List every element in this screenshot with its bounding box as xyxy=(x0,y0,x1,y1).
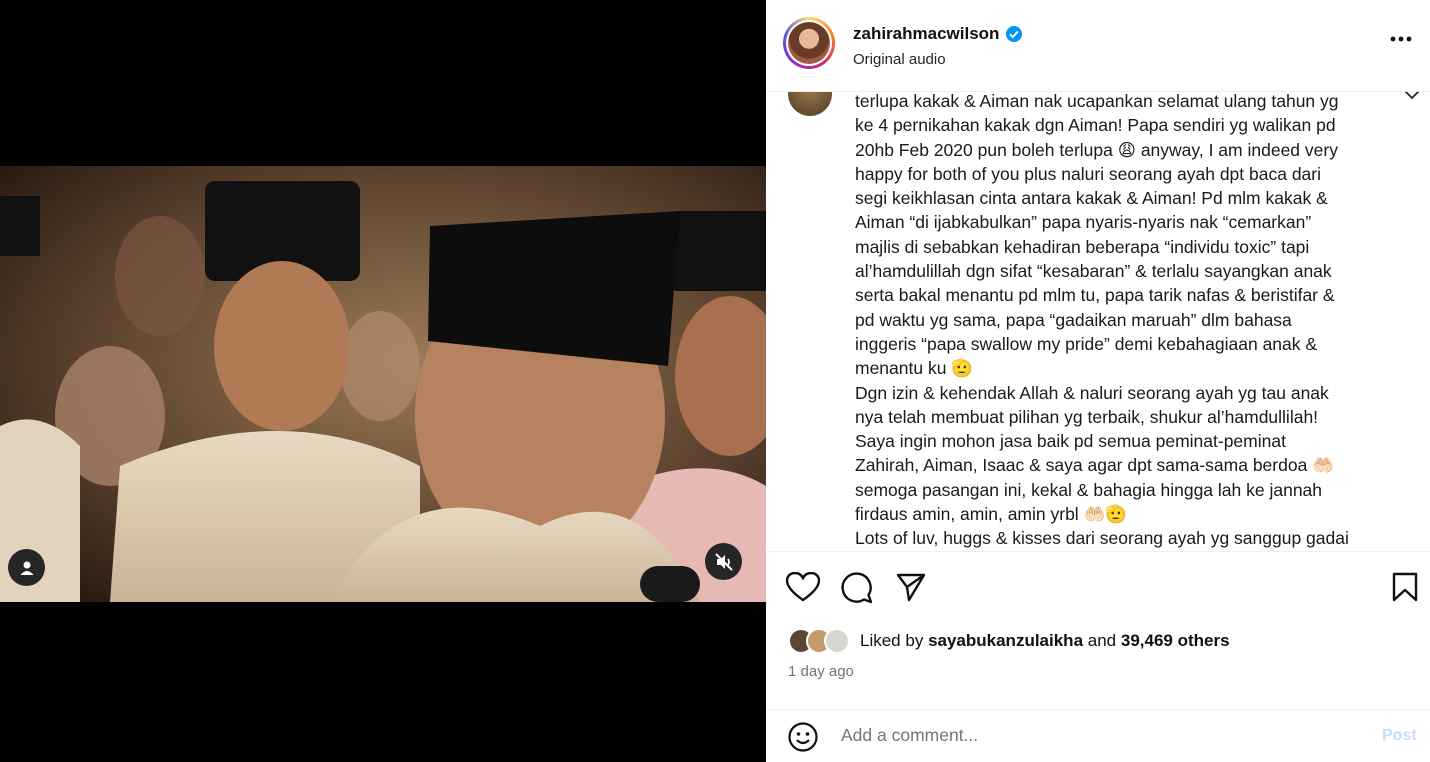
post-timestamp[interactable]: 1 day ago xyxy=(788,663,854,680)
mute-button[interactable] xyxy=(705,543,742,580)
add-comment-bar: Post xyxy=(766,709,1430,762)
action-bar xyxy=(766,562,1430,614)
mute-icon xyxy=(714,552,733,571)
post-viewer: zahirahmacwilson Original audio terlupa … xyxy=(0,0,1430,762)
comment-input[interactable] xyxy=(841,725,1321,746)
comments-area[interactable]: terlupa kakak & Aiman nak ucapankan sela… xyxy=(766,92,1430,552)
verified-icon xyxy=(1006,26,1023,42)
author-username-row: zahirahmacwilson xyxy=(853,24,1023,44)
media-area xyxy=(0,0,766,762)
heart-icon[interactable] xyxy=(786,572,820,602)
chevron-down-icon[interactable] xyxy=(1404,92,1420,100)
user-tag-button[interactable] xyxy=(8,549,45,586)
audio-label[interactable]: Original audio xyxy=(853,51,946,68)
post-comment-button[interactable]: Post xyxy=(1382,727,1417,745)
share-icon[interactable] xyxy=(896,572,926,602)
bookmark-icon[interactable] xyxy=(1392,572,1418,602)
emoji-icon[interactable] xyxy=(788,722,818,752)
video-player[interactable] xyxy=(0,166,766,602)
likes-count[interactable]: 39,469 others xyxy=(1121,631,1230,650)
author-avatar[interactable] xyxy=(783,17,835,69)
caption-text: terlupa kakak & Aiman nak ucapankan sela… xyxy=(855,92,1349,549)
author-username[interactable]: zahirahmacwilson xyxy=(853,24,999,44)
post-side-panel: zahirahmacwilson Original audio terlupa … xyxy=(766,0,1430,762)
caption-author-avatar[interactable] xyxy=(788,92,832,116)
liked-by-username[interactable]: sayabukanzulaikha xyxy=(928,631,1083,650)
comment-icon[interactable] xyxy=(841,572,873,604)
more-icon[interactable] xyxy=(1390,36,1412,42)
video-frame-image xyxy=(0,166,766,602)
post-header: zahirahmacwilson Original audio xyxy=(766,0,1430,92)
user-tag-icon xyxy=(20,561,33,575)
likes-text: Liked by sayabukanzulaikha and 39,469 ot… xyxy=(860,631,1230,650)
liker-avatar[interactable] xyxy=(824,628,850,654)
likes-row: Liked by sayabukanzulaikha and 39,469 ot… xyxy=(788,628,1230,654)
